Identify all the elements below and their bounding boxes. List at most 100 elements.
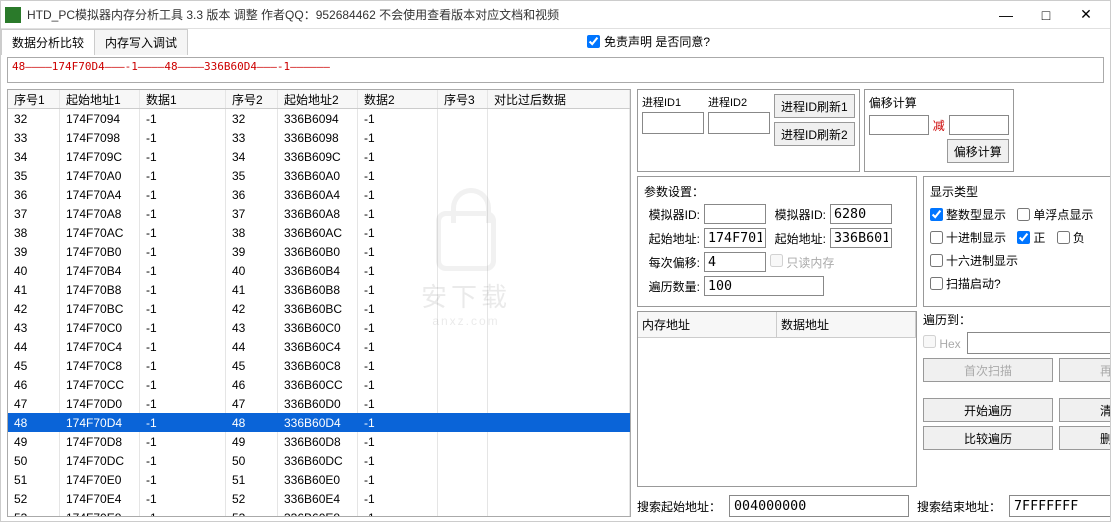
table-row[interactable]: 32174F7094-132336B6094-1 [8,109,630,128]
iterate-to-label: 遍历到： [923,311,1110,328]
dec-display-label[interactable]: 十进制显示 [930,229,1006,246]
int-display-checkbox[interactable] [930,208,943,221]
table-row[interactable]: 44174F70C4-144336B60C4-1 [8,337,630,356]
scan-box: 遍历到： Hex 首次扫描 再次扫描 开始遍历 清空遍历 [923,311,1110,487]
tabs: 数据分析比较 内存写入调试 [1,29,187,55]
scan-value-input[interactable] [967,332,1110,354]
close-button[interactable]: ✕ [1066,2,1106,28]
hex-display-checkbox[interactable] [930,254,943,267]
window-title: HTD_PC模拟器内存分析工具 3.3 版本 调整 作者QQ：952684462… [27,6,986,23]
negative-label[interactable]: 负 [1057,229,1085,246]
hex-label[interactable]: Hex [923,335,961,351]
offset-box: 偏移计算 减 偏移计算 [864,89,1014,172]
clear-iterate-button[interactable]: 清空遍历 [1059,398,1110,422]
display-type-box: 显示类型 整数型显示 单浮点显示 十进制显示 正 负 十六进制显示 扫描启动? [923,176,1110,307]
negative-checkbox[interactable] [1057,231,1070,244]
iter-count-input[interactable] [704,276,824,296]
memory-list: 内存地址 数据地址 [637,311,917,487]
int-display-label[interactable]: 整数型显示 [930,206,1006,223]
table-row[interactable]: 50174F70DC-150336B60DC-1 [8,451,630,470]
app-icon [5,7,21,23]
positive-label[interactable]: 正 [1017,229,1045,246]
table-row[interactable]: 35174F70A0-135336B60A0-1 [8,166,630,185]
float-display-label[interactable]: 单浮点显示 [1017,206,1093,223]
table-row[interactable]: 49174F70D8-149336B60D8-1 [8,432,630,451]
table-row[interactable]: 37174F70A8-137336B60A8-1 [8,204,630,223]
table-row[interactable]: 45174F70C8-145336B60C8-1 [8,356,630,375]
table-row[interactable]: 43174F70C0-143336B60C0-1 [8,318,630,337]
table-row[interactable]: 39174F70B0-139336B60B0-1 [8,242,630,261]
search-bar: 搜索起始地址： 搜索结束地址： [637,491,1110,517]
disclaimer-checkbox[interactable] [587,35,600,48]
compare-iterate-button[interactable]: 比较遍历 [923,426,1053,450]
offset-title: 偏移计算 [869,94,1009,111]
offset-each-input[interactable] [704,252,766,272]
table-row[interactable]: 53174F70E8-153336B60E8-1 [8,508,630,516]
positive-checkbox[interactable] [1017,231,1030,244]
dec-display-checkbox[interactable] [930,231,943,244]
tab-memory-write[interactable]: 内存写入调试 [94,29,188,55]
col-data2[interactable]: 数据2 [358,90,438,108]
process-box: 进程ID1 进程ID2 进程ID刷新1 进程ID刷新2 [637,89,860,172]
maximize-button[interactable]: □ [1026,2,1066,28]
emulator-id1-input[interactable] [704,204,766,224]
table-row[interactable]: 40174F70B4-140336B60B4-1 [8,261,630,280]
float-display-checkbox[interactable] [1017,208,1030,221]
hex-display-label[interactable]: 十六进制显示 [930,252,1018,269]
table-row[interactable]: 42174F70BC-142336B60BC-1 [8,299,630,318]
table-row[interactable]: 33174F7098-133336B6098-1 [8,128,630,147]
start-addr2-input[interactable] [830,228,892,248]
proc-id1-input[interactable] [642,112,704,134]
minimize-button[interactable]: — [986,2,1026,28]
scan-start-label[interactable]: 扫描启动? [930,275,1001,292]
grid-body[interactable]: 32174F7094-132336B6094-133174F7098-13333… [8,109,630,516]
proc-id2-label: 进程ID2 [708,94,770,108]
tab-data-compare[interactable]: 数据分析比较 [1,29,95,55]
delete-blank-button[interactable]: 删除空白 [1059,426,1110,450]
proc-id1-label: 进程ID1 [642,94,704,108]
disclaimer-checkbox-label[interactable]: 免责声明 是否同意? [587,33,710,50]
table-row[interactable]: 48174F70D4-148336B60D4-1 [8,413,630,432]
first-scan-button[interactable]: 首次扫描 [923,358,1053,382]
mem-list-body[interactable] [638,338,916,486]
proc-id2-input[interactable] [708,112,770,134]
offset-minus-label: 减 [933,117,945,134]
table-row[interactable]: 51174F70E0-151336B60E0-1 [8,470,630,489]
start-addr1-input[interactable] [704,228,766,248]
emulator-id2-input[interactable] [830,204,892,224]
col-addr1[interactable]: 起始地址1 [60,90,140,108]
proc-refresh1-button[interactable]: 进程ID刷新1 [774,94,855,118]
col-seq1[interactable]: 序号1 [8,90,60,108]
table-row[interactable]: 46174F70CC-146336B60CC-1 [8,375,630,394]
col-compared[interactable]: 对比过后数据 [488,90,630,108]
params-box: 参数设置： 模拟器ID: 模拟器ID: 起始地址: 起始地址: 每 [637,176,917,307]
col-seq3[interactable]: 序号3 [438,90,488,108]
scan-start-checkbox[interactable] [930,277,943,290]
search-end-input[interactable] [1009,495,1110,517]
again-scan-button[interactable]: 再次扫描 [1059,358,1110,382]
offset-input-b[interactable] [949,115,1009,135]
mem-col-data[interactable]: 数据地址 [777,312,916,337]
col-data1[interactable]: 数据1 [140,90,226,108]
mem-col-addr[interactable]: 内存地址 [638,312,777,337]
readonly-mem-checkbox [770,254,783,267]
table-row[interactable]: 36174F70A4-136336B60A4-1 [8,185,630,204]
col-seq2[interactable]: 序号2 [226,90,278,108]
readonly-mem-label[interactable]: 只读内存 [770,254,834,271]
search-start-input[interactable] [729,495,909,517]
table-row[interactable]: 47174F70D0-147336B60D0-1 [8,394,630,413]
titlebar: HTD_PC模拟器内存分析工具 3.3 版本 调整 作者QQ：952684462… [1,1,1110,29]
table-row[interactable]: 52174F70E4-152336B60E4-1 [8,489,630,508]
grid-header: 序号1 起始地址1 数据1 序号2 起始地址2 数据2 序号3 对比过后数据 [8,90,630,109]
offset-input-a[interactable] [869,115,929,135]
offset-calc-button[interactable]: 偏移计算 [947,139,1009,163]
data-grid: 序号1 起始地址1 数据1 序号2 起始地址2 数据2 序号3 对比过后数据 3… [7,89,631,517]
table-row[interactable]: 34174F709C-134336B609C-1 [8,147,630,166]
start-iterate-button[interactable]: 开始遍历 [923,398,1053,422]
col-addr2[interactable]: 起始地址2 [278,90,358,108]
table-row[interactable]: 38174F70AC-138336B60AC-1 [8,223,630,242]
table-row[interactable]: 41174F70B8-141336B60B8-1 [8,280,630,299]
display-title: 显示类型 [930,183,1110,200]
search-start-label: 搜索起始地址： [637,498,721,515]
proc-refresh2-button[interactable]: 进程ID刷新2 [774,122,855,146]
